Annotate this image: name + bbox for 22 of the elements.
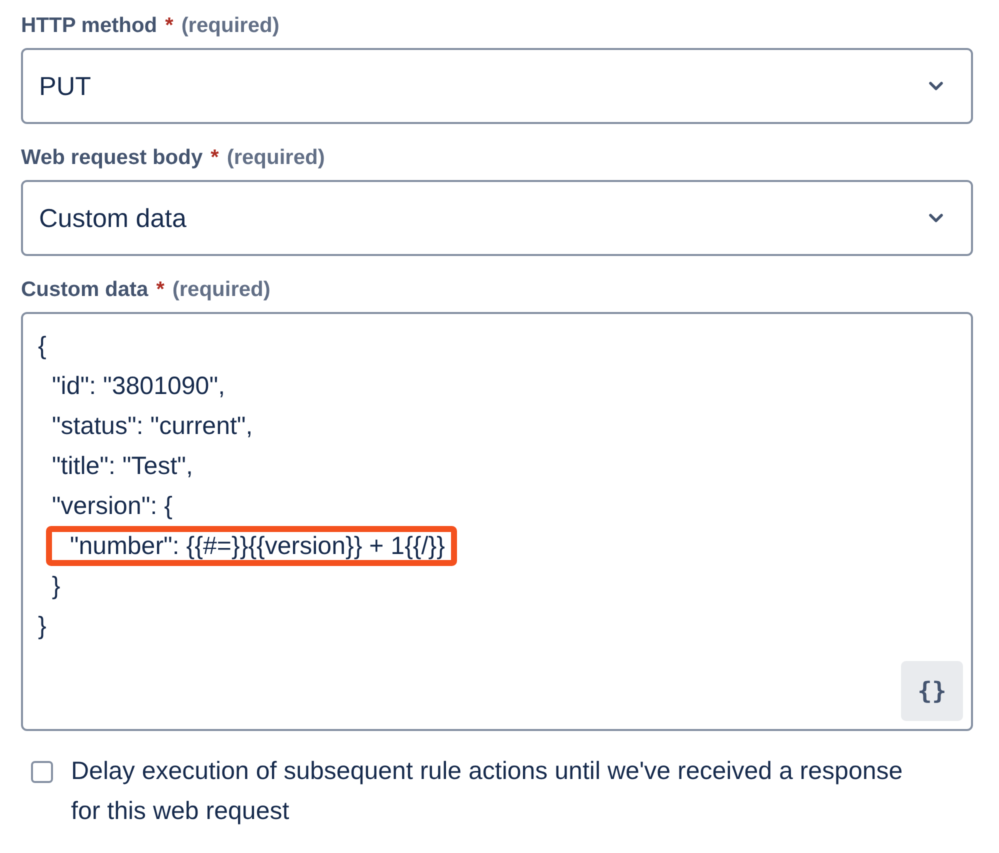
required-note: (required) [172, 278, 270, 302]
required-asterisk: * [165, 14, 174, 38]
required-asterisk: * [210, 146, 219, 170]
code-line: } [38, 611, 46, 642]
select-field[interactable]: PUT [21, 48, 973, 124]
required-note: (required) [181, 14, 280, 38]
select-field[interactable]: Custom data [21, 180, 973, 256]
code-line: } [50, 571, 60, 602]
format-button[interactable]: {} [901, 661, 963, 721]
field-label: Web request body [21, 146, 203, 170]
code-editor-field[interactable]: { "id": "3801090", "status": "current", "title": "Test", "version": { "number": {{#=}}{{version}} + 1{{/}} } } {} [21, 312, 973, 731]
required-note: (required) [226, 146, 325, 170]
checkbox-label: Delay execution of subsequent rule actions until we've received a response for this web request [71, 756, 904, 827]
code-line: { [38, 331, 46, 362]
code-line: "id": "3801090", [50, 371, 226, 402]
field-label: Custom data [21, 278, 148, 302]
field-label: HTTP method [21, 14, 158, 38]
code-line: "title": "Test", [50, 451, 193, 482]
checkbox[interactable] [31, 761, 53, 783]
required-asterisk: * [156, 278, 164, 302]
code-line: "version": { [50, 491, 172, 522]
code-line: "status": "current", [50, 411, 253, 442]
